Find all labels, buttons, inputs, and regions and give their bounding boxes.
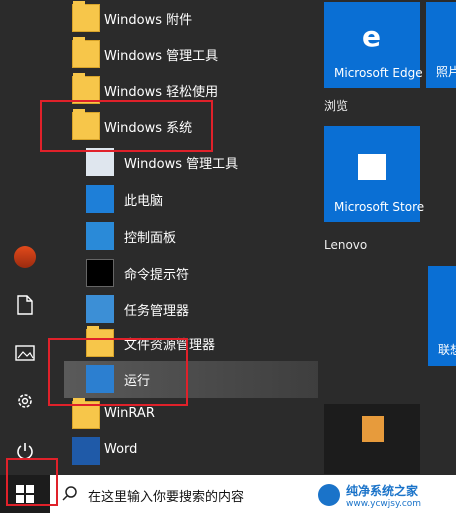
photos-tile[interactable]: 照片 <box>426 2 456 88</box>
store-tile-label: Microsoft Store <box>334 200 425 214</box>
subitem-cmd[interactable]: 命令提示符 <box>64 255 358 292</box>
lenovo-group-label: Lenovo <box>324 238 368 252</box>
photos-tile-label: 照片 <box>436 65 456 79</box>
word-icon <box>72 437 100 465</box>
app-folder-winrar[interactable]: WinRAR ⌄ <box>64 397 358 434</box>
watermark-logo-icon <box>318 484 340 506</box>
subitem-task-manager[interactable]: 任务管理器 <box>64 291 358 328</box>
subitem-label: 运行 <box>124 374 151 389</box>
subitem-label: 文件资源管理器 <box>124 338 216 353</box>
subitem-file-explorer[interactable]: 文件资源管理器 <box>64 325 358 362</box>
watermark-brand: 纯净系统之家 <box>346 483 419 498</box>
app-label: Word <box>104 442 138 457</box>
app-folder-windows-accessories[interactable]: Windows 附件 ⌄ <box>64 0 358 37</box>
edge-tile[interactable]: e Microsoft Edge <box>324 2 423 88</box>
admin-tools-icon <box>86 148 114 176</box>
edge-icon: e <box>362 20 381 53</box>
control-panel-icon <box>86 222 114 250</box>
app-folder-windows-admin[interactable]: Windows 管理工具 ⌄ <box>64 36 358 73</box>
avatar-icon <box>14 246 36 268</box>
folder-icon <box>72 398 100 429</box>
folder-icon <box>72 109 100 140</box>
folder-icon <box>72 1 100 32</box>
search-icon <box>62 486 77 501</box>
recycle-icon <box>362 416 384 442</box>
app-folder-windows-system[interactable]: Windows 系统 ⌃ <box>64 108 358 145</box>
watermark-url: www.ycwjsy.com <box>346 498 422 509</box>
subitem-this-pc[interactable]: 此电脑 <box>64 181 358 218</box>
task-manager-icon <box>86 295 114 323</box>
tiles-area: e Microsoft Edge 照片 浏览 Microsoft Store L… <box>318 0 456 475</box>
store-icon <box>358 154 386 180</box>
app-label: Windows 附件 <box>104 13 193 28</box>
app-label: Windows 管理工具 <box>104 49 219 64</box>
this-pc-icon <box>86 185 114 213</box>
search-placeholder: 在这里输入你要搜索的内容 <box>88 490 245 505</box>
start-button[interactable] <box>0 475 50 513</box>
documents-button[interactable] <box>0 282 50 328</box>
lenovo-tile-label: 联想 <box>438 343 456 357</box>
subitem-label: Windows 管理工具 <box>124 157 239 172</box>
folder-icon <box>72 73 100 104</box>
subitem-run[interactable]: 运行 <box>64 361 358 398</box>
picture-icon <box>15 345 35 361</box>
settings-button[interactable] <box>0 378 50 424</box>
start-rail <box>0 0 50 475</box>
file-explorer-icon <box>86 326 114 357</box>
app-folder-windows-ease[interactable]: Windows 轻松使用 ⌄ <box>64 72 358 109</box>
subitem-label: 命令提示符 <box>124 268 190 283</box>
gear-icon <box>18 394 32 408</box>
subitem-label: 任务管理器 <box>124 304 190 319</box>
recycle-tile[interactable] <box>324 404 420 474</box>
subitem-label: 此电脑 <box>124 194 164 209</box>
pictures-button[interactable] <box>0 330 50 376</box>
cmd-icon <box>86 259 114 287</box>
app-word[interactable]: Word <box>64 433 358 470</box>
windows-logo-icon <box>16 485 34 503</box>
app-label: WinRAR <box>104 406 155 421</box>
lenovo-tile[interactable]: 联想 <box>428 266 456 366</box>
run-icon <box>86 365 114 393</box>
power-icon <box>17 443 33 460</box>
store-tile[interactable]: Microsoft Store <box>324 126 424 222</box>
watermark: 纯净系统之家 www.ycwjsy.com <box>318 478 456 512</box>
power-button[interactable] <box>0 428 50 474</box>
app-label: Windows 系统 <box>104 121 193 136</box>
app-label: Windows 轻松使用 <box>104 85 219 100</box>
user-avatar[interactable] <box>0 234 50 280</box>
subitem-control-panel[interactable]: 控制面板 <box>64 218 358 255</box>
subitem-label: 控制面板 <box>124 231 177 246</box>
document-icon <box>17 295 33 315</box>
browse-group-label: 浏览 <box>324 99 349 113</box>
folder-icon <box>72 37 100 68</box>
app-list: Windows 附件 ⌄ Windows 管理工具 ⌄ Windows 轻松使用… <box>50 0 368 475</box>
subitem-admin-tools[interactable]: Windows 管理工具 <box>64 144 358 181</box>
edge-tile-label: Microsoft Edge <box>334 66 423 80</box>
